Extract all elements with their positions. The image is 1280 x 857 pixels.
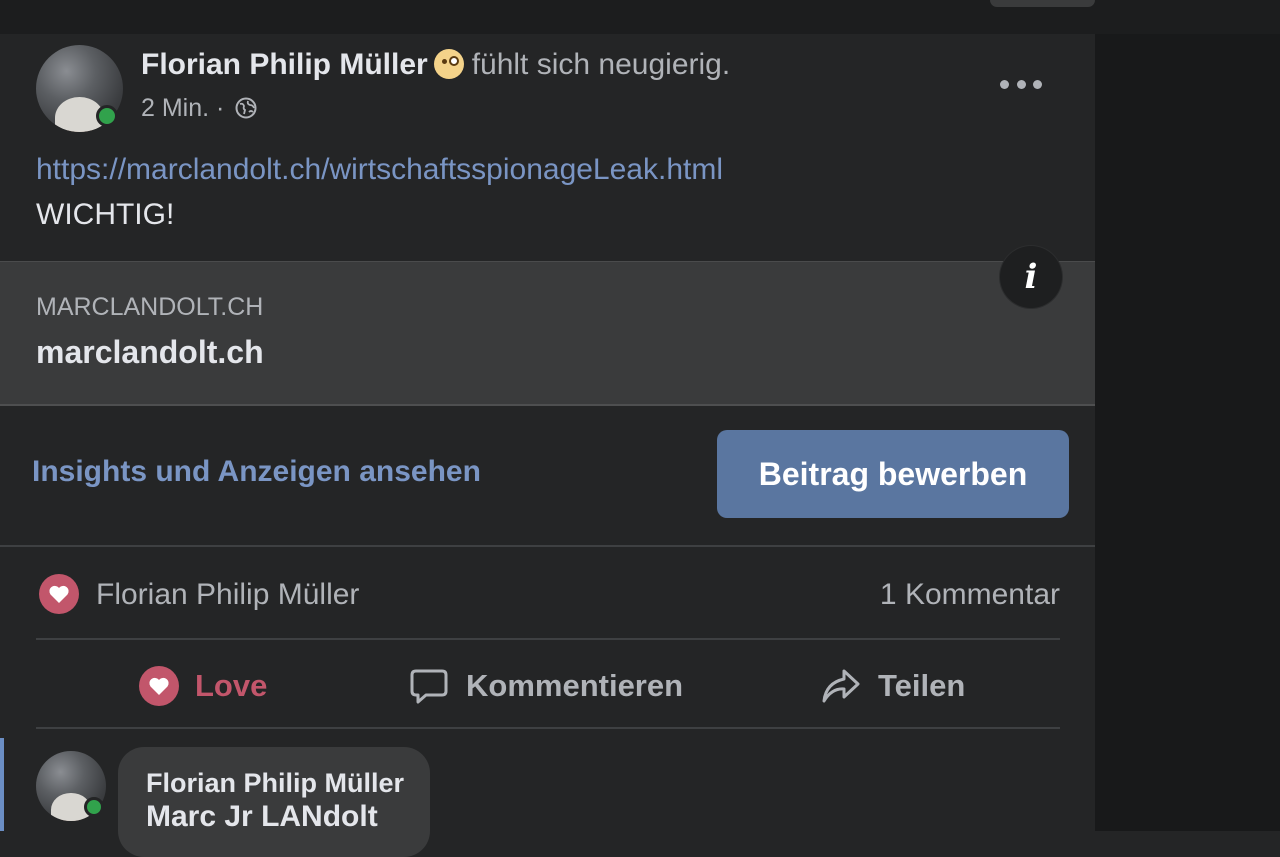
top-bar (0, 0, 1280, 34)
feeling-text[interactable]: fühlt sich neugierig. (472, 48, 731, 81)
preview-title[interactable]: marclandolt.ch (36, 334, 264, 371)
right-sidebar (1095, 34, 1280, 831)
comment-accent-bar (0, 738, 4, 831)
share-icon (822, 669, 860, 703)
love-label: Love (195, 668, 268, 703)
love-icon (139, 666, 179, 706)
post-meta: 2 Min. · (141, 94, 257, 123)
more-options-icon[interactable] (1000, 70, 1042, 98)
author-name[interactable]: Florian Philip Müller (141, 48, 428, 81)
comment-label: Kommentieren (466, 668, 684, 703)
info-icon[interactable]: i (1000, 246, 1062, 308)
share-button[interactable]: Teilen (820, 660, 965, 712)
online-status-dot (84, 797, 104, 817)
comment-author[interactable]: Florian Philip Müller (146, 768, 404, 799)
divider (0, 545, 1095, 547)
love-button[interactable]: Love (139, 660, 267, 712)
online-status-dot (96, 105, 118, 127)
love-reaction-icon[interactable] (39, 574, 79, 614)
post-link[interactable]: https://marclandolt.ch/wirtschaftsspiona… (36, 153, 723, 187)
promote-post-button[interactable]: Beitrag bewerben (717, 430, 1069, 518)
insights-link[interactable]: Insights und Anzeigen ansehen (32, 455, 481, 489)
top-tab[interactable] (990, 0, 1095, 7)
divider (36, 727, 1060, 729)
divider (36, 638, 1060, 640)
preview-domain[interactable]: MARCLANDOLT.CH (36, 293, 263, 322)
comment-text: Marc Jr LANdolt (146, 800, 378, 833)
post-time[interactable]: 2 Min. · (141, 94, 224, 122)
comment-button[interactable]: Kommentieren (408, 660, 683, 712)
curious-emoji-icon (433, 49, 464, 79)
comment-count[interactable]: 1 Kommentar (880, 578, 1060, 612)
post-header: Florian Philip Müller fühlt sich neugieri… (141, 48, 730, 82)
globe-icon[interactable] (235, 97, 257, 119)
reactor-name[interactable]: Florian Philip Müller (96, 578, 359, 612)
comment-icon (410, 669, 448, 704)
share-label: Teilen (878, 668, 966, 703)
post-text: WICHTIG! (36, 198, 175, 231)
